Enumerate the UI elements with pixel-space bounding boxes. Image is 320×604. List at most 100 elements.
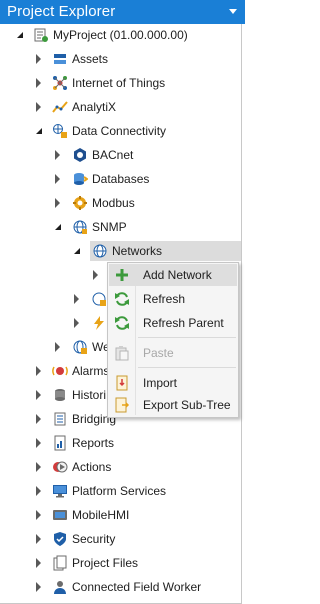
tree-item-project-files[interactable]: Project Files — [0, 553, 241, 573]
menu-item-refresh-parent[interactable]: Refresh Parent — [109, 312, 237, 334]
menu-item-label: Paste — [143, 346, 174, 360]
assets-icon — [54, 54, 66, 64]
project-files-icon — [53, 555, 67, 571]
tree-item-security[interactable]: Security — [0, 529, 241, 549]
menu-item-import[interactable]: Import — [109, 372, 237, 394]
menu-separator — [138, 367, 236, 368]
collapse-arrow-icon[interactable] — [36, 366, 41, 376]
menu-item-label: Refresh Parent — [143, 316, 224, 330]
mobilehmi-icon — [53, 510, 67, 520]
tree-item-label: Data Connectivity — [72, 124, 167, 138]
networks-icon — [93, 244, 107, 258]
collapse-arrow-icon[interactable] — [55, 150, 60, 160]
collapse-arrow-icon[interactable] — [36, 462, 41, 472]
menu-item-label: Add Network — [143, 268, 212, 282]
collapse-arrow-icon[interactable] — [36, 558, 41, 568]
tree-item-label: Actions — [72, 460, 112, 474]
tree-item-snmp-child-1[interactable] — [0, 289, 107, 309]
bridging-icon — [54, 412, 66, 426]
tree-item-snmp[interactable]: SNMP — [0, 217, 241, 237]
menu-item-label: Export Sub-Tree — [143, 398, 231, 412]
expand-arrow-icon[interactable] — [17, 32, 23, 38]
collapse-arrow-icon[interactable] — [74, 294, 79, 304]
tree-item-label: Assets — [72, 52, 109, 66]
menu-separator — [138, 337, 236, 338]
tree-item-analytix[interactable]: AnalytiX — [0, 97, 241, 117]
analytix-icon — [52, 101, 68, 113]
collapse-arrow-icon[interactable] — [36, 54, 41, 64]
tree-item-modbus[interactable]: Modbus — [0, 193, 241, 213]
collapse-arrow-icon[interactable] — [36, 78, 41, 88]
shield-icon — [54, 532, 66, 546]
menu-item-add-network[interactable]: Add Network — [109, 264, 237, 286]
collapse-arrow-icon[interactable] — [93, 270, 98, 280]
tree-item-actions[interactable]: Actions — [0, 457, 241, 477]
iot-icon — [53, 76, 67, 90]
tree-item-label: MobileHMI — [72, 508, 130, 522]
menu-item-paste[interactable]: Paste — [109, 342, 237, 364]
collapse-arrow-icon[interactable] — [55, 198, 60, 208]
tree-item-label: Connected Field Worker — [72, 580, 202, 594]
plus-icon — [116, 269, 128, 281]
expand-arrow-icon[interactable] — [36, 128, 42, 134]
reports-icon — [54, 435, 66, 451]
collapse-arrow-icon[interactable] — [36, 534, 41, 544]
menu-item-refresh[interactable]: Refresh — [109, 288, 237, 310]
tree-item-label: Project Files — [72, 556, 139, 570]
tree-item-historian[interactable]: Histori — [0, 385, 107, 405]
collapse-arrow-icon[interactable] — [74, 318, 79, 328]
tree-item-connected-field-worker[interactable]: Connected Field Worker — [0, 577, 241, 597]
tree-item-bacnet[interactable]: BACnet — [0, 145, 241, 165]
tree-item-label: Databases — [92, 172, 150, 186]
tree-item-label: Security — [72, 532, 116, 546]
tree-item-label: Alarms — [72, 364, 110, 378]
tree-item-data-connectivity[interactable]: Data Connectivity — [0, 121, 241, 141]
dropdown-arrow-icon[interactable] — [229, 9, 237, 14]
tree-item-web[interactable]: We — [0, 337, 110, 357]
actions-icon — [53, 461, 68, 473]
tree-item-alarms[interactable]: Alarms — [0, 361, 110, 381]
field-worker-icon — [54, 581, 66, 594]
tree-item-platform-services[interactable]: Platform Services — [0, 481, 241, 501]
collapse-arrow-icon[interactable] — [36, 510, 41, 520]
tree-item-label: Reports — [72, 436, 115, 450]
tree-item-label: Internet of Things — [72, 76, 166, 90]
collapse-arrow-icon[interactable] — [36, 582, 41, 592]
tree-item-label: MyProject (01.00.000.00) — [53, 28, 188, 42]
collapse-arrow-icon[interactable] — [36, 438, 41, 448]
context-menu: Add Network Refresh Refresh Parent Paste — [107, 262, 239, 418]
expand-arrow-icon[interactable] — [55, 224, 61, 230]
collapse-arrow-icon[interactable] — [36, 390, 41, 400]
refresh-icon — [115, 292, 129, 306]
collapse-arrow-icon[interactable] — [55, 342, 60, 352]
collapse-arrow-icon[interactable] — [36, 486, 41, 496]
tree-item-network-child[interactable] — [0, 265, 107, 285]
tree-item-reports[interactable]: Reports — [0, 433, 241, 453]
tree-item-label: SNMP — [92, 220, 127, 234]
menu-item-label: Refresh — [143, 292, 186, 306]
import-icon — [116, 375, 128, 391]
menu-item-label: Import — [143, 376, 178, 390]
web-icon — [73, 340, 87, 354]
project-icon — [34, 28, 48, 42]
tree-item-label: Platform Services — [72, 484, 167, 498]
tree-item-label: Modbus — [92, 196, 135, 210]
collapse-arrow-icon[interactable] — [36, 102, 41, 112]
expand-arrow-icon[interactable] — [74, 248, 80, 254]
tree-item-label: Networks — [112, 244, 163, 258]
tree-item-mobilehmi[interactable]: MobileHMI — [0, 505, 241, 525]
tree-item-databases[interactable]: Databases — [0, 169, 241, 189]
tree-item-assets[interactable]: Assets — [0, 49, 241, 69]
collapse-arrow-icon[interactable] — [36, 414, 41, 424]
tree-item-label: Histori — [72, 388, 107, 402]
panel-header: Project Explorer — [0, 0, 245, 24]
bacnet-icon — [74, 148, 86, 162]
export-icon — [115, 397, 130, 413]
collapse-arrow-icon[interactable] — [55, 174, 60, 184]
tree-item-snmp-child-2[interactable] — [0, 313, 107, 333]
tree-item-networks[interactable]: Networks — [90, 241, 241, 261]
menu-item-export-subtree[interactable]: Export Sub-Tree — [109, 394, 237, 416]
historian-icon — [55, 389, 65, 401]
tree-item-project[interactable]: MyProject (01.00.000.00) — [0, 25, 241, 45]
tree-item-internet-of-things[interactable]: Internet of Things — [0, 73, 241, 93]
